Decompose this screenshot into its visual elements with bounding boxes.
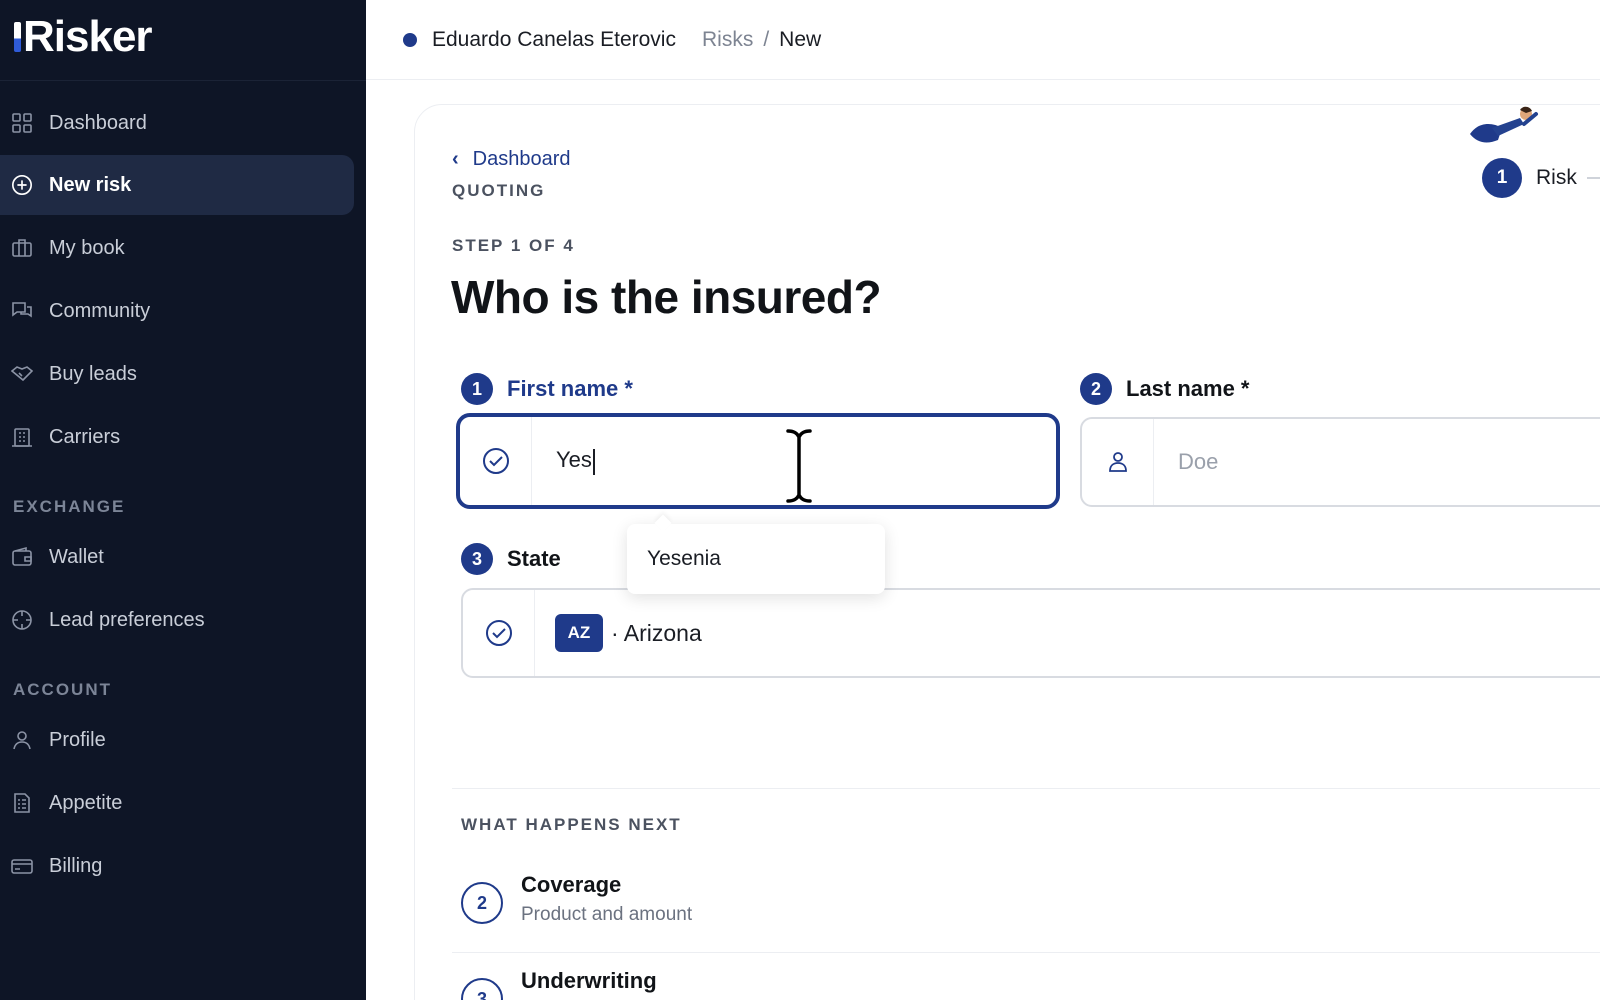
state-label: 3 State xyxy=(461,543,561,575)
last-name-field[interactable]: Doe xyxy=(1080,417,1600,507)
suggestion-text: Yesenia xyxy=(647,547,721,570)
sidebar-item-dashboard[interactable]: Dashboard xyxy=(0,93,354,153)
step-number: 3 xyxy=(461,978,503,1000)
grid-icon xyxy=(11,112,33,134)
sidebar-item-community[interactable]: Community xyxy=(0,281,354,341)
superhero-illustration xyxy=(1468,104,1540,154)
sidebar-item-profile[interactable]: Profile xyxy=(0,710,354,770)
sidebar-item-label: Appetite xyxy=(49,791,123,814)
status-dot xyxy=(403,32,417,47)
sidebar-item-appetite[interactable]: Appetite xyxy=(0,773,354,833)
building-icon xyxy=(11,426,33,448)
user-name[interactable]: Eduardo Canelas Eterovic xyxy=(432,28,676,52)
briefcase-icon xyxy=(11,237,33,259)
page-title: Who is the insured? xyxy=(451,271,882,323)
divider xyxy=(0,80,366,81)
next-step-title: Underwriting xyxy=(521,968,657,993)
back-link[interactable]: ‹ Dashboard xyxy=(452,148,571,171)
divider xyxy=(452,788,1600,789)
sidebar-item-wallet[interactable]: Wallet xyxy=(0,527,354,587)
chevron-left-icon: ‹ xyxy=(452,148,459,170)
next-steps-title: WHAT HAPPENS NEXT xyxy=(461,815,682,834)
breadcrumb-separator: / xyxy=(763,27,770,51)
check-circle-icon xyxy=(460,417,532,505)
breadcrumb-risks[interactable]: Risks xyxy=(702,28,753,52)
sidebar-item-label: Billing xyxy=(49,854,103,877)
wallet-icon xyxy=(11,546,33,568)
first-name-label: 1 First name * xyxy=(461,373,633,405)
sidebar-item-label: My book xyxy=(49,236,125,259)
last-name-placeholder: Doe xyxy=(1178,449,1219,474)
next-step-text: Underwriting xyxy=(521,968,657,1000)
sidebar-item-my-book[interactable]: My book xyxy=(0,218,354,278)
text-caret xyxy=(592,448,595,475)
next-step-subtitle: Product and amount xyxy=(521,904,693,925)
stepper-label: Risk xyxy=(1536,166,1577,189)
step-number: 2 xyxy=(461,882,503,924)
sidebar-item-buy-leads[interactable]: Buy leads xyxy=(0,344,354,404)
next-step-underwriting: 3 Underwriting xyxy=(461,968,657,1000)
autocomplete-suggestion[interactable]: Yesenia xyxy=(627,524,885,594)
sidebar-item-label: Buy leads xyxy=(49,362,137,385)
section-label: QUOTING xyxy=(452,181,546,200)
field-number: 2 xyxy=(1080,373,1112,405)
form-card xyxy=(414,104,1600,1000)
sidebar-item-label: Community xyxy=(49,299,151,322)
sidebar-item-label: Carriers xyxy=(49,425,121,448)
last-name-label: 2 Last name * xyxy=(1080,373,1250,405)
first-name-value: Yes xyxy=(532,447,595,475)
state-code-badge: AZ xyxy=(555,614,603,652)
sidebar-item-lead-preferences[interactable]: Lead preferences xyxy=(0,590,354,650)
field-number: 3 xyxy=(461,543,493,575)
next-step-coverage: 2 Coverage Product and amount xyxy=(461,872,692,926)
user-icon xyxy=(1082,419,1154,505)
state-value: · Arizona xyxy=(611,619,702,646)
sidebar-item-carriers[interactable]: Carriers xyxy=(0,407,354,467)
card-icon xyxy=(11,855,33,877)
risker-logo[interactable]: Risker xyxy=(14,12,153,62)
field-number: 1 xyxy=(461,373,493,405)
sidebar-item-label: Lead preferences xyxy=(49,608,205,631)
state-select[interactable]: AZ · Arizona xyxy=(461,588,1600,678)
next-step-text: Coverage Product and amount xyxy=(521,872,692,926)
sidebar: Risker Dashboard New risk My book Commun… xyxy=(0,0,366,1000)
sidebar-item-label: Profile xyxy=(49,728,106,751)
first-name-label-text: First name * xyxy=(507,376,633,401)
last-name-label-text: Last name * xyxy=(1126,376,1250,401)
stepper-number: 1 xyxy=(1482,158,1522,198)
text-cursor-icon xyxy=(784,427,814,505)
plus-circle-icon xyxy=(11,174,33,196)
first-name-text: Yes xyxy=(556,447,592,473)
breadcrumb-current: New xyxy=(779,27,822,51)
handshake-icon xyxy=(11,363,33,385)
back-link-label: Dashboard xyxy=(472,148,571,170)
next-step-title: Coverage xyxy=(521,872,622,897)
section-title-account: ACCOUNT xyxy=(13,680,112,699)
user-icon xyxy=(11,729,33,751)
stepper-connector xyxy=(1586,177,1600,179)
step-indicator: STEP 1 OF 4 xyxy=(452,236,575,255)
section-title-exchange: EXCHANGE xyxy=(13,497,126,516)
logo-text: Risker xyxy=(23,12,153,61)
state-label-text: State xyxy=(507,546,561,571)
sidebar-item-new-risk[interactable]: New risk xyxy=(0,155,354,215)
target-icon xyxy=(11,609,33,631)
top-header: Eduardo Canelas Eterovic Risks / New xyxy=(366,0,1600,80)
logo-mark xyxy=(14,22,21,52)
document-icon xyxy=(11,792,33,814)
sidebar-item-label: Dashboard xyxy=(49,111,147,134)
sidebar-item-label: Wallet xyxy=(49,545,104,568)
progress-stepper: 1 Risk xyxy=(1482,158,1600,198)
check-circle-icon xyxy=(463,590,535,676)
chat-icon xyxy=(11,300,33,322)
sidebar-item-billing[interactable]: Billing xyxy=(0,836,354,896)
divider xyxy=(452,952,1600,953)
sidebar-item-label: New risk xyxy=(49,173,132,196)
first-name-field[interactable]: Yes xyxy=(456,413,1060,509)
